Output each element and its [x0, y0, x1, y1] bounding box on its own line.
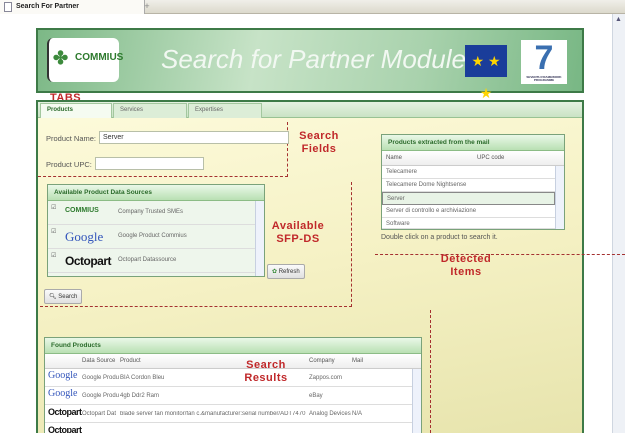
search-icon: 🔍︎ [49, 294, 59, 300]
page-icon [4, 2, 12, 12]
row-product: 4gb Ddr2 Ram [120, 393, 160, 399]
found-products-grid: Found Products Data Source Product Compa… [44, 337, 422, 433]
checkbox[interactable]: ☑ [51, 228, 56, 235]
page-title: Search for Partner Module [161, 44, 466, 74]
product-upc-input[interactable] [95, 157, 204, 170]
extracted-title: Products extracted from the mail [382, 135, 564, 151]
row-company: Analog Devices [309, 411, 351, 417]
source-logo-octopart: Octopart [65, 254, 112, 268]
refresh-button[interactable]: ✿ Refresh [267, 264, 305, 279]
fp7-text: SEVENTH FRAMEWORK PROGRAMME [526, 75, 562, 82]
row-source: Google Produ [82, 375, 120, 381]
row-mail: N/A [352, 411, 363, 417]
extracted-row-selected[interactable]: Server [382, 192, 555, 205]
new-tab-button[interactable]: + [140, 1, 154, 13]
annotation-detected: Detected Items [440, 253, 492, 278]
row-logo: Octopart [48, 407, 82, 417]
row-company: eBay [309, 393, 323, 399]
extracted-column-header: Name UPC code [382, 151, 564, 166]
row-logo: Google [48, 388, 78, 399]
extracted-row[interactable]: Telecamere Dome Nightsense [382, 179, 555, 192]
source-description: Google Product Commius [118, 233, 187, 239]
data-source-row[interactable]: ☑ Google Google Product Commius [48, 225, 256, 249]
column-company[interactable]: Company [309, 358, 335, 364]
row-source: Octopart Dat [82, 411, 117, 417]
extracted-row[interactable]: Telecamere [382, 166, 555, 179]
found-column-header: Data Source Product Company Mail [45, 354, 421, 369]
main-panel: Products Services Expertises Product Nam… [36, 100, 584, 433]
column-upc[interactable]: UPC code [477, 155, 504, 161]
browser-tab-title: Search For Partner [16, 3, 80, 10]
found-row[interactable]: Google Google Produ 4gb Ddr2 Ram eBay [45, 387, 412, 405]
product-name-label: Product Name: [46, 134, 97, 143]
tab-services[interactable]: Services [113, 103, 187, 118]
extracted-row[interactable]: Software [382, 218, 555, 229]
row-product: BIA Cordon Bleu [120, 375, 165, 381]
annotation-search-fields: Search Fields [299, 130, 339, 155]
product-upc-label: Product UPC: [46, 160, 92, 169]
page-header: ✤ COMMIUS Search for Partner Module ★ ★ ★… [36, 28, 584, 101]
extracted-scrollbar[interactable] [555, 166, 564, 229]
row-logo: Google [48, 370, 78, 381]
extracted-products-grid: Products extracted from the mail Name UP… [381, 134, 565, 230]
found-row[interactable]: Octopart [45, 423, 412, 433]
column-product[interactable]: Product [120, 358, 141, 364]
tab-strip: Products Services Expertises [38, 102, 582, 118]
product-name-input[interactable] [99, 131, 289, 144]
found-row[interactable]: Octopart Octopart Dat blade server fan m… [45, 405, 412, 423]
data-sources-title: Available Product Data Sources [48, 185, 264, 201]
clover-icon: ✤ [53, 48, 69, 68]
refresh-label: Refresh [278, 269, 300, 275]
data-sources-grid: Available Product Data Sources ☑ COMMIUS… [47, 184, 265, 277]
detected-divider [375, 254, 625, 255]
source-description: Company Trusted SMEs [118, 209, 184, 215]
data-sources-list: ☑ COMMIUS Company Trusted SMEs ☑ Google … [48, 201, 256, 276]
extracted-row[interactable]: Server di controllo e archiviazione [382, 205, 555, 218]
found-scrollbar[interactable] [412, 369, 421, 433]
fp7-number: 7 [534, 39, 554, 77]
row-source: Google Produ [82, 393, 120, 399]
found-title: Found Products [45, 338, 421, 354]
eu-flag-icon: ★ ★ ★ [465, 45, 507, 101]
fp7-logo: 7 SEVENTH FRAMEWORK PROGRAMME [521, 40, 567, 84]
annotation-available: Available SFP-DS [271, 220, 325, 245]
scroll-up-icon[interactable]: ▲ [615, 16, 622, 23]
column-name[interactable]: Name [386, 155, 402, 161]
logo-text: COMMIUS [75, 52, 124, 63]
search-label: Search [58, 294, 78, 300]
column-mail[interactable]: Mail [352, 358, 363, 364]
checkbox[interactable]: ☑ [51, 252, 56, 259]
data-source-row[interactable]: ☑ COMMIUS Company Trusted SMEs [48, 201, 256, 225]
annotation-results: Search Results [244, 359, 288, 384]
commius-logo: ✤ COMMIUS [47, 38, 123, 82]
source-logo-google: Google [65, 229, 104, 244]
tab-expertises[interactable]: Expertises [188, 103, 262, 118]
search-button[interactable]: 🔍︎ Search [44, 289, 83, 304]
checkbox[interactable]: ☑ [51, 204, 56, 211]
browser-tab-bar: Search For Partner + [0, 0, 625, 14]
refresh-icon: ✿ [272, 269, 279, 275]
data-source-row[interactable]: ☑ Octopart Octopart Datassource [48, 249, 256, 273]
page-scrollbar[interactable]: ▲ [612, 14, 625, 433]
data-sources-scrollbar[interactable] [255, 201, 264, 276]
source-description: Octopart Datassource [118, 257, 177, 263]
tab-products[interactable]: Products [40, 103, 112, 118]
row-logo: Octopart [48, 425, 82, 433]
browser-tab[interactable]: Search For Partner [0, 0, 145, 14]
row-company: Zappos.com [309, 375, 343, 381]
results-divider [430, 310, 431, 433]
column-data-source[interactable]: Data Source [82, 358, 115, 364]
extracted-hint: Double click on a product to search it. [381, 234, 498, 241]
found-row[interactable]: Google Google Produ BIA Cordon Bleu Zapp… [45, 369, 412, 387]
row-product: blade server fan monitor/fan c.&manufact… [120, 411, 306, 417]
source-logo-commius: COMMIUS [65, 207, 99, 214]
